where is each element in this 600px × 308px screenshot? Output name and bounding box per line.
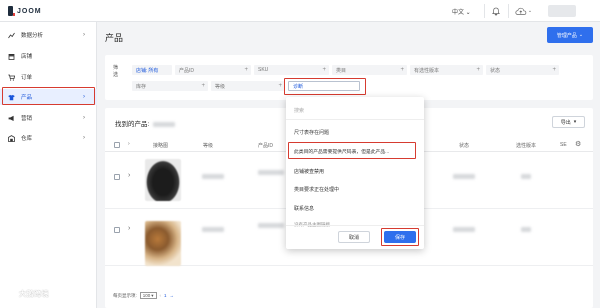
expand-column-icon: › [128, 141, 130, 147]
brand-name: JOOM [17, 7, 42, 15]
chevron-right-icon: › [83, 115, 85, 121]
sidebar-item-label: 店铺 [21, 54, 33, 60]
cart-icon [8, 74, 15, 81]
column-version: 选性版本 [516, 143, 537, 149]
inventory-filter[interactable]: 库存 + [132, 81, 208, 91]
joom-logo-icon [8, 6, 15, 16]
store-icon [8, 53, 15, 60]
sidebar-item-label: 营销 [21, 116, 33, 122]
optional-version-filter[interactable]: 有选性版本 + [410, 65, 483, 75]
sidebar-item-label: 仓库 [21, 136, 33, 142]
cancel-button[interactable]: 取消 [338, 231, 370, 243]
product-info-blurred [258, 223, 284, 228]
notifications-bell-icon[interactable] [484, 4, 506, 18]
warehouse-icon [8, 134, 15, 142]
dropdown-item[interactable]: 类目要求正在处理中 [294, 186, 339, 193]
per-page-select[interactable]: 100 ▾ [139, 292, 157, 299]
status-blurred [453, 174, 475, 179]
product-id-filter[interactable]: 产品ID + [175, 65, 251, 75]
dropdown-item[interactable]: 联系信息 [294, 205, 314, 212]
category-filter[interactable]: 类目 + [332, 65, 407, 75]
dropdown-search-input[interactable]: 搜索 [294, 107, 304, 114]
plus-icon: + [476, 67, 480, 73]
results-title: 找到的产品: [115, 118, 176, 128]
plus-icon: + [322, 67, 326, 73]
level-filter[interactable]: 等级 + [211, 81, 285, 91]
status-blurred [453, 227, 475, 232]
save-highlight-box [381, 228, 419, 246]
level-value-blurred [202, 227, 224, 232]
chevron-down-icon: ⌄ [527, 8, 533, 14]
row-checkbox[interactable] [114, 174, 120, 180]
sidebar-item-orders[interactable]: 订单 [0, 69, 97, 85]
sidebar-item-analytics[interactable]: 数据分析 › [0, 27, 97, 43]
sidebar-item-label: 订单 [21, 75, 33, 81]
chevron-right-icon: › [83, 135, 85, 141]
expand-row-icon[interactable]: › [128, 172, 130, 179]
product-thumbnail [145, 221, 181, 266]
level-value-blurred [202, 174, 224, 179]
chart-line-icon [8, 32, 15, 39]
sidebar-item-label: 数据分析 [21, 33, 44, 39]
page-title: 产品 [105, 33, 124, 43]
option-highlight-box [288, 142, 416, 159]
filter-label: 筛选 [113, 65, 119, 78]
top-bar: JOOM 中文 ⌄ ⌄ [0, 0, 600, 22]
current-page[interactable]: 1 [164, 293, 167, 298]
column-product: 产品ID [258, 143, 274, 149]
row-checkbox[interactable] [114, 227, 120, 233]
sidebar: 数据分析 › 店铺 订单 产品 › 营销 › 仓库 › [0, 22, 97, 308]
column-status: 状态 [459, 143, 470, 149]
status-filter[interactable]: 状态 + [486, 65, 559, 75]
account-menu[interactable] [548, 5, 576, 17]
settings-gear-icon[interactable]: ⚙ [575, 140, 581, 148]
plus-icon: + [278, 83, 282, 89]
pagination: 每页显示项: 100 ▾ ‹ 1 → [113, 292, 174, 299]
expand-row-icon[interactable]: › [128, 225, 130, 232]
language-selector[interactable]: 中文 ⌄ [452, 7, 471, 16]
dropdown-item[interactable]: 尺寸表存在问题 [294, 129, 329, 136]
product-info-blurred [258, 170, 284, 175]
sku-filter[interactable]: SKU + [254, 65, 329, 75]
caret-down-icon: ▾ [151, 292, 154, 298]
products-highlight-box [2, 87, 95, 105]
divider [286, 119, 424, 120]
version-blurred [521, 227, 531, 232]
results-count-blurred [153, 121, 176, 127]
manage-products-button[interactable]: 管理产品 ⌄ [547, 27, 593, 43]
plus-icon: + [552, 67, 556, 73]
diagnosis-highlight-box [284, 78, 366, 95]
dropdown-item[interactable]: 店铺被查禁用 [294, 168, 324, 175]
brand-logo[interactable]: JOOM [8, 6, 42, 16]
caret-down-icon: ▾ [573, 119, 577, 125]
version-blurred [521, 174, 531, 179]
megaphone-icon [8, 115, 15, 122]
store-filter[interactable]: 店铺: 所有 [132, 65, 172, 75]
next-page-icon[interactable]: → [170, 293, 175, 298]
divider [286, 225, 424, 226]
per-page-label: 每页显示项: [113, 292, 137, 298]
chevron-right-icon: › [83, 32, 85, 38]
plus-icon: + [201, 83, 205, 89]
export-button[interactable]: 导出 ▾ [552, 116, 585, 128]
diagnosis-dropdown-menu: 搜索 尺寸表存在问题 此类目的产品需要提供尺码表，但是此产品... 店铺被查禁用… [286, 97, 424, 249]
sidebar-item-marketing[interactable]: 营销 › [0, 110, 97, 126]
watermark: 大鹅跨境 [6, 289, 49, 299]
column-main-image: 接略图 [153, 143, 169, 149]
cloud-upload-icon[interactable]: ⌄ [508, 4, 538, 18]
column-extra: SE [560, 142, 567, 148]
sidebar-item-warehouse[interactable]: 仓库 › [0, 130, 97, 146]
select-all-checkbox[interactable] [114, 142, 120, 148]
plus-icon: + [244, 67, 248, 73]
chevron-down-icon: ⌄ [578, 32, 584, 38]
goose-logo-icon [6, 289, 16, 299]
sidebar-item-store[interactable]: 店铺 [0, 48, 97, 64]
product-thumbnail [145, 159, 181, 201]
plus-icon: + [400, 67, 404, 73]
prev-page-icon[interactable]: ‹ [160, 293, 162, 298]
column-level: 等级 [203, 143, 214, 149]
